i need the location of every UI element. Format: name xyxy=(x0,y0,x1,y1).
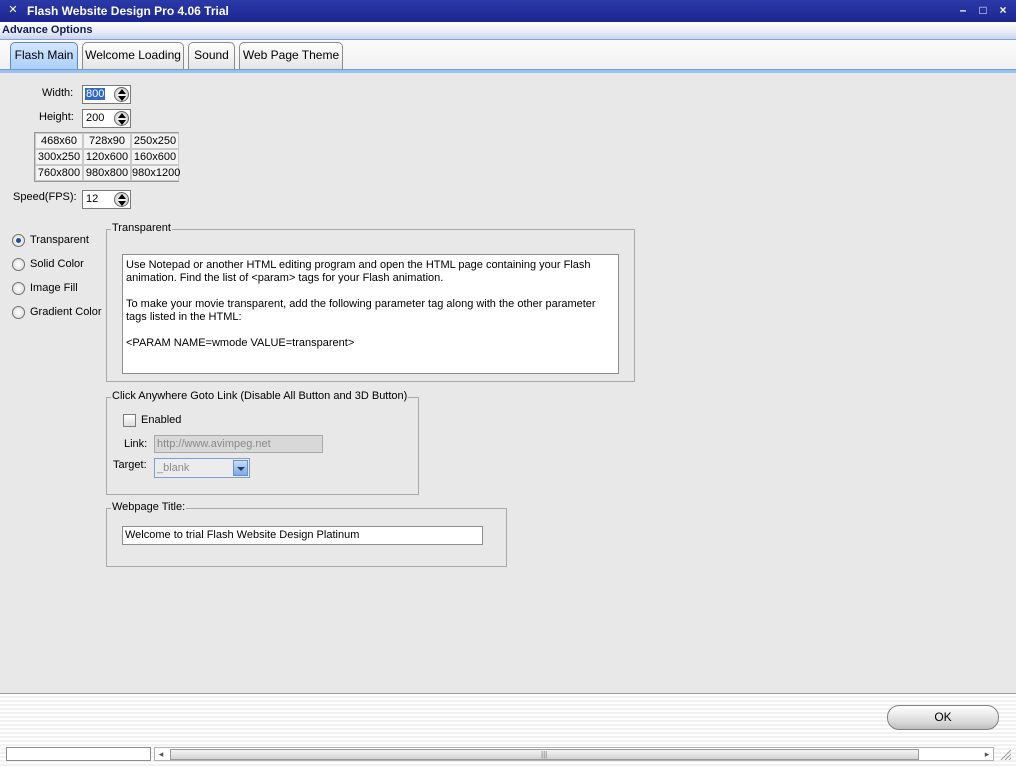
width-spinner[interactable]: 800 xyxy=(82,85,131,104)
preset-120x600[interactable]: 120x600 xyxy=(83,149,131,165)
flash-main-panel: Width: 800 Height: 200 468x60 728x90 250… xyxy=(0,73,1016,693)
width-label: Width: xyxy=(42,87,74,99)
speed-label: Speed(FPS): xyxy=(13,191,77,203)
dialog-title: Advance Options xyxy=(2,24,93,36)
grip-icon: ||| xyxy=(541,750,548,759)
webpage-title-legend: Webpage Title: xyxy=(111,501,187,513)
goto-link-group-legend: Click Anywhere Goto Link (Disable All Bu… xyxy=(111,390,409,402)
radio-gradient-color[interactable] xyxy=(12,306,25,319)
preset-980x1200[interactable]: 980x1200 xyxy=(131,165,180,181)
webpage-title-input[interactable]: Welcome to trial Flash Website Design Pl… xyxy=(122,526,483,545)
scroll-left-icon[interactable]: ◂ xyxy=(155,748,167,760)
radio-transparent-label[interactable]: Transparent xyxy=(30,234,89,246)
speed-spinner[interactable]: 12 xyxy=(82,190,131,209)
close-button[interactable]: × xyxy=(995,3,1011,19)
preset-728x90[interactable]: 728x90 xyxy=(83,133,131,149)
maximize-button[interactable]: □ xyxy=(975,3,991,19)
enabled-label[interactable]: Enabled xyxy=(141,414,181,426)
transparent-group-legend: Transparent xyxy=(111,222,172,234)
preset-980x800[interactable]: 980x800 xyxy=(83,165,131,181)
resize-grip-icon[interactable] xyxy=(998,747,1012,761)
scrollbar-thumb[interactable]: ||| xyxy=(170,749,919,760)
tab-sound[interactable]: Sound xyxy=(188,42,235,69)
tab-welcome-loading[interactable]: Welcome Loading xyxy=(82,42,184,69)
link-label: Link: xyxy=(124,438,148,450)
status-field xyxy=(6,747,151,761)
radio-transparent[interactable] xyxy=(12,234,25,247)
spin-arrows-icon[interactable] xyxy=(114,111,129,126)
minimize-button[interactable]: – xyxy=(955,3,971,19)
dialog-footer: OK ◂ ||| ▸ xyxy=(0,693,1016,767)
target-select[interactable]: _blank xyxy=(154,458,250,478)
spin-arrows-icon[interactable] xyxy=(114,87,129,102)
tab-web-page-theme[interactable]: Web Page Theme xyxy=(239,42,343,69)
radio-gradient-color-label[interactable]: Gradient Color xyxy=(30,306,102,318)
preset-468x60[interactable]: 468x60 xyxy=(35,133,83,149)
tab-flash-main[interactable]: Flash Main xyxy=(10,42,78,71)
preset-760x800[interactable]: 760x800 xyxy=(35,165,83,181)
instructions-paragraph-2: To make your movie transparent, add the … xyxy=(126,298,596,323)
height-spinner[interactable]: 200 xyxy=(82,109,131,128)
app-icon[interactable]: ✕ xyxy=(6,3,20,17)
radio-image-fill-label[interactable]: Image Fill xyxy=(30,282,78,294)
transparent-instructions[interactable]: Use Notepad or another HTML editing prog… xyxy=(122,254,619,374)
radio-image-fill[interactable] xyxy=(12,282,25,295)
instructions-paragraph-1: Use Notepad or another HTML editing prog… xyxy=(126,259,591,284)
width-value[interactable]: 800 xyxy=(85,88,106,100)
radio-solid-color-label[interactable]: Solid Color xyxy=(30,258,84,270)
radio-solid-color[interactable] xyxy=(12,258,25,271)
preset-160x600[interactable]: 160x600 xyxy=(131,149,179,165)
title-bar: ✕ Flash Website Design Pro 4.06 Trial – … xyxy=(0,0,1016,22)
enabled-checkbox[interactable] xyxy=(123,414,136,427)
horizontal-scrollbar[interactable]: ◂ ||| ▸ xyxy=(154,747,994,761)
ok-button[interactable]: OK xyxy=(887,705,999,730)
height-value[interactable]: 200 xyxy=(85,112,105,124)
dialog-header: Advance Options xyxy=(0,22,1016,40)
size-preset-grid: 468x60 728x90 250x250 300x250 120x600 16… xyxy=(34,132,180,182)
chevron-down-icon[interactable] xyxy=(233,460,248,476)
instructions-code: <PARAM NAME=wmode VALUE=transparent> xyxy=(126,337,355,349)
target-label: Target: xyxy=(113,459,147,471)
scroll-right-icon[interactable]: ▸ xyxy=(981,748,993,760)
height-label: Height: xyxy=(39,111,74,123)
window-title: Flash Website Design Pro 4.06 Trial xyxy=(27,4,229,18)
link-input[interactable]: http://www.avimpeg.net xyxy=(154,435,323,453)
spin-arrows-icon[interactable] xyxy=(114,192,129,207)
speed-value[interactable]: 12 xyxy=(85,193,99,205)
preset-250x250[interactable]: 250x250 xyxy=(131,133,179,149)
preset-300x250[interactable]: 300x250 xyxy=(35,149,83,165)
tab-strip: Flash Main Welcome Loading Sound Web Pag… xyxy=(0,40,1016,72)
target-select-value: _blank xyxy=(157,462,190,474)
